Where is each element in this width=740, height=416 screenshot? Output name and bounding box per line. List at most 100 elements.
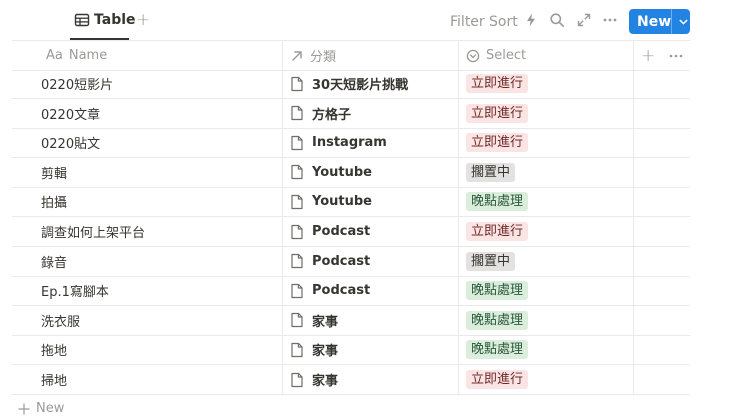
- toolbar: Table + Filter Sort New: [0, 0, 740, 40]
- status-badge: 晚點處理: [466, 281, 529, 301]
- table-row[interactable]: 0220文章 方格子 立即進行: [12, 99, 690, 129]
- row-name[interactable]: Ep.1寫腳本: [41, 276, 109, 305]
- column-more-icon[interactable]: [668, 48, 684, 64]
- column-header-category[interactable]: 分類: [290, 41, 336, 70]
- row-category[interactable]: Podcast: [290, 217, 370, 246]
- row-name[interactable]: 洗衣服: [41, 306, 80, 335]
- row-name-text: 調查如何上架平台: [41, 226, 146, 241]
- status-badge: 立即進行: [466, 103, 529, 123]
- row-select[interactable]: 擱置中: [466, 158, 516, 187]
- row-name[interactable]: 掃地: [41, 365, 67, 394]
- row-category-text[interactable]: Podcast: [312, 283, 370, 298]
- status-badge: 晚點處理: [466, 192, 529, 212]
- select-property-icon: [466, 49, 480, 62]
- table-row[interactable]: 剪輯 Youtube 擱置中: [12, 158, 690, 188]
- page-icon: [291, 283, 303, 298]
- row-name[interactable]: 0220貼文: [41, 128, 100, 157]
- column-divider[interactable]: [458, 40, 459, 395]
- chevron-down-icon[interactable]: [677, 15, 690, 29]
- row-select[interactable]: 晚點處理: [466, 335, 529, 364]
- row-category-text[interactable]: 家事: [312, 311, 338, 330]
- column-header-select[interactable]: Select: [466, 41, 526, 70]
- row-name-text: 掃地: [41, 374, 68, 389]
- search-icon[interactable]: [549, 12, 565, 28]
- table-row[interactable]: 0220短影片 30天短影片挑戰 立即進行: [12, 69, 690, 99]
- new-button[interactable]: New: [629, 9, 690, 34]
- plus-icon: [18, 402, 30, 415]
- row-select[interactable]: 立即進行: [466, 217, 529, 246]
- status-badge: 立即進行: [466, 74, 529, 93]
- page-icon: [291, 372, 303, 387]
- table-row[interactable]: 拖地 家事 晚點處理: [12, 335, 690, 366]
- page-icon: [291, 253, 303, 269]
- filter-button[interactable]: Filter: [450, 14, 485, 30]
- new-button-label: New: [637, 13, 672, 30]
- row-category[interactable]: 家事: [290, 306, 338, 335]
- add-row-button[interactable]: New: [18, 401, 64, 416]
- row-category[interactable]: Podcast: [290, 276, 370, 305]
- row-name[interactable]: 0220短影片: [41, 69, 113, 98]
- expand-icon[interactable]: [576, 12, 592, 28]
- row-name-text: 拖地: [41, 344, 68, 360]
- row-category[interactable]: 家事: [290, 335, 338, 364]
- row-name[interactable]: 拍攝: [41, 187, 67, 216]
- relation-arrow-icon: [292, 50, 302, 61]
- row-category[interactable]: Instagram: [290, 128, 387, 157]
- status-badge: 擱置中: [466, 162, 516, 182]
- row-category[interactable]: Podcast: [290, 247, 370, 276]
- status-badge: 晚點處理: [466, 340, 529, 360]
- row-select[interactable]: 立即進行: [466, 99, 529, 128]
- row-name[interactable]: 調查如何上架平台: [41, 217, 145, 246]
- row-category-text[interactable]: 家事: [312, 370, 338, 389]
- table-row[interactable]: 掃地 家事 立即進行: [12, 365, 690, 395]
- row-name[interactable]: 0220文章: [41, 99, 100, 128]
- column-header-category-label: 分類: [310, 50, 337, 65]
- table-row[interactable]: 拍攝 Youtube 晚點處理: [12, 187, 690, 218]
- row-category-text[interactable]: Instagram: [312, 135, 387, 150]
- column-header-name-label: Name: [68, 48, 108, 63]
- row-select[interactable]: 晚點處理: [466, 276, 529, 305]
- row-category[interactable]: Youtube: [290, 187, 372, 216]
- row-name[interactable]: 剪輯: [41, 158, 67, 187]
- table-row[interactable]: 調查如何上架平台 Podcast 立即進行: [12, 217, 690, 247]
- column-divider[interactable]: [282, 40, 283, 395]
- row-category-text[interactable]: Youtube: [312, 165, 372, 180]
- row-select[interactable]: 立即進行: [466, 365, 529, 394]
- row-category-text[interactable]: 家事: [312, 340, 338, 359]
- status-badge: 立即進行: [466, 133, 529, 153]
- column-header-name[interactable]: Aa Name: [46, 41, 107, 70]
- row-category-text[interactable]: Podcast: [312, 224, 370, 239]
- more-icon[interactable]: [602, 12, 618, 28]
- add-row-label: New: [36, 401, 65, 416]
- text-property-icon: Aa: [46, 48, 63, 63]
- row-name[interactable]: 拖地: [41, 335, 67, 364]
- row-category-text[interactable]: Podcast: [312, 254, 370, 269]
- tab-table-view[interactable]: Table +: [70, 0, 156, 40]
- automation-bolt-icon[interactable]: [523, 12, 539, 28]
- row-category[interactable]: Youtube: [290, 158, 372, 187]
- row-name[interactable]: 錄音: [41, 247, 67, 276]
- page-icon: [291, 165, 303, 180]
- table-row[interactable]: 0220貼文 Instagram 立即進行: [12, 128, 690, 159]
- row-select[interactable]: 晚點處理: [466, 306, 529, 335]
- row-select[interactable]: 立即進行: [466, 128, 529, 157]
- row-select[interactable]: 擱置中: [466, 247, 516, 276]
- status-badge: 立即進行: [466, 222, 529, 241]
- table-row[interactable]: Ep.1寫腳本 Podcast 晚點處理: [12, 276, 690, 307]
- row-name-text: 拍攝: [41, 196, 68, 212]
- column-divider[interactable]: [633, 40, 634, 395]
- table-row[interactable]: 錄音 Podcast 擱置中: [12, 247, 690, 277]
- row-category-text[interactable]: 30天短影片挑戰: [312, 74, 408, 93]
- add-property-icon[interactable]: +: [641, 41, 655, 70]
- row-select[interactable]: 立即進行: [466, 69, 529, 98]
- sort-button[interactable]: Sort: [489, 14, 518, 30]
- row-category-text[interactable]: 方格子: [312, 104, 351, 123]
- row-select[interactable]: 晚點處理: [466, 187, 529, 216]
- row-category-text[interactable]: Youtube: [312, 194, 372, 209]
- table-row[interactable]: 洗衣服 家事 晚點處理: [12, 306, 690, 336]
- page-icon: [291, 194, 303, 209]
- row-category[interactable]: 方格子: [290, 99, 351, 128]
- row-category[interactable]: 30天短影片挑戰: [290, 69, 408, 98]
- add-view-icon[interactable]: +: [136, 12, 150, 29]
- row-category[interactable]: 家事: [290, 365, 338, 394]
